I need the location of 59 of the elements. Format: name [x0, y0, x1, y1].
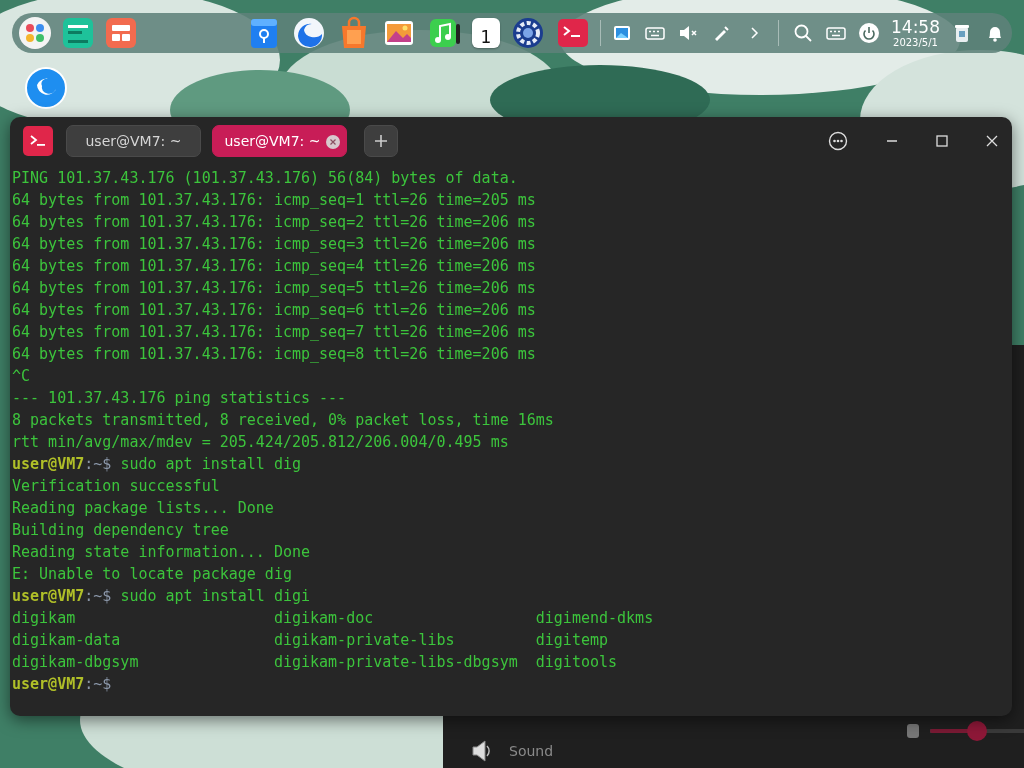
prompt-path: :~$ — [84, 586, 112, 607]
completion-item: digitools — [535, 653, 618, 671]
tab[interactable]: user@VM7: ~ — [66, 125, 201, 157]
multitask-view-icon[interactable] — [61, 16, 95, 50]
calendar-icon[interactable]: 1 — [472, 18, 500, 48]
slider-thumb[interactable] — [967, 721, 987, 741]
terminal-icon[interactable] — [556, 16, 590, 50]
prompt-path: :~$ — [84, 454, 112, 475]
completion-item: digikam-data — [12, 631, 121, 649]
prompt-user: user@VM7 — [12, 674, 85, 695]
settings-item[interactable]: Sound — [509, 743, 554, 759]
output-line: 64 bytes from 101.37.43.176: icmp_seq=8 ttl=26 time=206 ms — [12, 344, 536, 365]
output-line: 64 bytes from 101.37.43.176: icmp_seq=2 ttl=26 time=206 ms — [12, 212, 536, 233]
prompt-user: user@VM7 — [12, 586, 85, 607]
output-line: 8 packets transmitted, 8 received, 0% packet loss, time 16ms — [12, 410, 554, 431]
output-line: 64 bytes from 101.37.43.176: icmp_seq=4 ttl=26 time=206 ms — [12, 256, 536, 277]
volume-icon — [906, 723, 920, 739]
completion-item: digikam — [12, 609, 76, 627]
output-line: Reading package lists... Done — [12, 498, 274, 519]
clock-date: 2023/5/1 — [893, 37, 938, 48]
output-line: Reading state information... Done — [12, 542, 310, 563]
launcher-icon[interactable] — [18, 16, 52, 50]
maximize-icon[interactable] — [936, 135, 948, 147]
clock-time: 14:58 — [891, 18, 940, 36]
plus-icon — [374, 134, 388, 148]
output-line: 64 bytes from 101.37.43.176: icmp_seq=6 ttl=26 time=206 ms — [12, 300, 536, 321]
gear-icon[interactable] — [511, 16, 545, 50]
completion-item: digitemp — [535, 631, 609, 649]
output-line: 64 bytes from 101.37.43.176: icmp_seq=1 ttl=26 time=205 ms — [12, 190, 536, 211]
completion-item: digikam-private-libs-dbgsym — [273, 653, 518, 671]
power-icon[interactable] — [858, 22, 880, 44]
prompt-path: :~$ — [84, 674, 112, 695]
grid-app-icon[interactable] — [104, 16, 138, 50]
tab[interactable]: user@VM7: ~ — [212, 125, 347, 157]
music-icon[interactable] — [427, 16, 461, 50]
completion-item: digimend-dkms — [535, 609, 654, 627]
more-options-icon[interactable] — [828, 131, 848, 151]
output-line: 64 bytes from 101.37.43.176: icmp_seq=5 ttl=26 time=206 ms — [12, 278, 536, 299]
new-tab-button[interactable] — [364, 125, 398, 157]
command-text: sudo apt install dig — [120, 454, 301, 475]
output-line: 64 bytes from 101.37.43.176: icmp_seq=7 ttl=26 time=206 ms — [12, 322, 536, 343]
completion-item: digikam-private-libs — [273, 631, 455, 649]
output-line: Verification successful — [12, 476, 220, 497]
close-icon[interactable] — [986, 135, 998, 147]
browser-icon[interactable] — [292, 16, 326, 50]
output-line: Building dependency tree — [12, 520, 229, 541]
output-line: PING 101.37.43.176 (101.37.43.176) 56(84) bytes of data. — [12, 168, 518, 189]
completion-item: digikam-dbgsym — [12, 653, 139, 671]
output-line: ^C — [12, 366, 31, 387]
terminal-icon — [23, 126, 53, 156]
completion-item: digikam-doc — [273, 609, 374, 627]
output-line: rtt min/avg/max/mdev = 205.424/205.812/206.004/0.495 ms — [12, 432, 509, 453]
prompt-user: user@VM7 — [12, 454, 85, 475]
output-line: 64 bytes from 101.37.43.176: icmp_seq=3 ttl=26 time=206 ms — [12, 234, 536, 255]
output-line: --- 101.37.43.176 ping statistics --- — [12, 388, 347, 409]
search-icon[interactable] — [792, 22, 814, 44]
command-text: sudo apt install digi — [120, 586, 311, 607]
launcher-icon[interactable] — [25, 67, 67, 109]
output-line: E: Unable to locate package dig — [12, 564, 292, 585]
